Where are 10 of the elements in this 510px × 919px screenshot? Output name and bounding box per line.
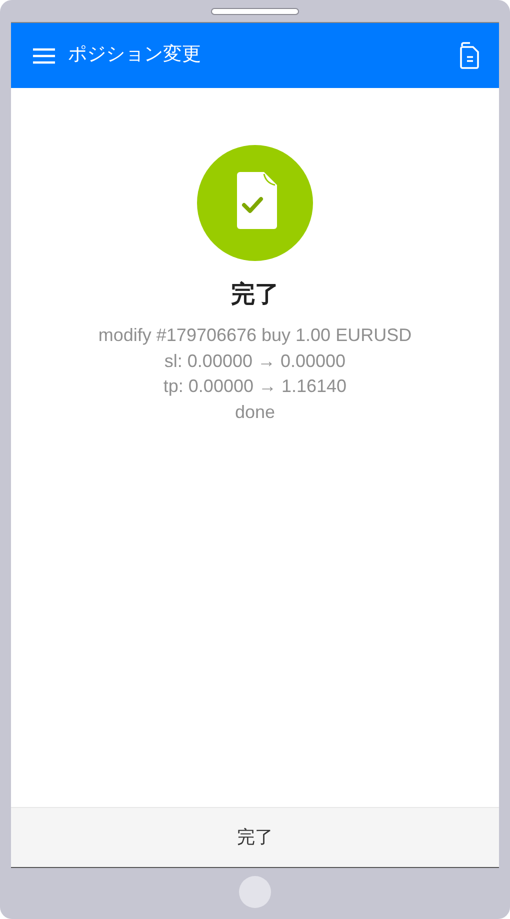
result-line: sl: 0.00000 → 0.00000 [164, 350, 346, 372]
menu-icon[interactable] [33, 48, 55, 64]
result-line: modify #179706676 buy 1.00 EURUSD [98, 324, 412, 347]
document-check-icon [197, 145, 313, 261]
result-line: done [234, 400, 276, 424]
documents-icon[interactable] [457, 42, 481, 69]
app-bar-title: ポジション変更 [68, 43, 201, 68]
done-button[interactable]: 完了 [11, 807, 499, 868]
result-line: tp: 0.00000 → 1.16140 [163, 375, 347, 398]
result-title: 完了 [231, 280, 279, 310]
